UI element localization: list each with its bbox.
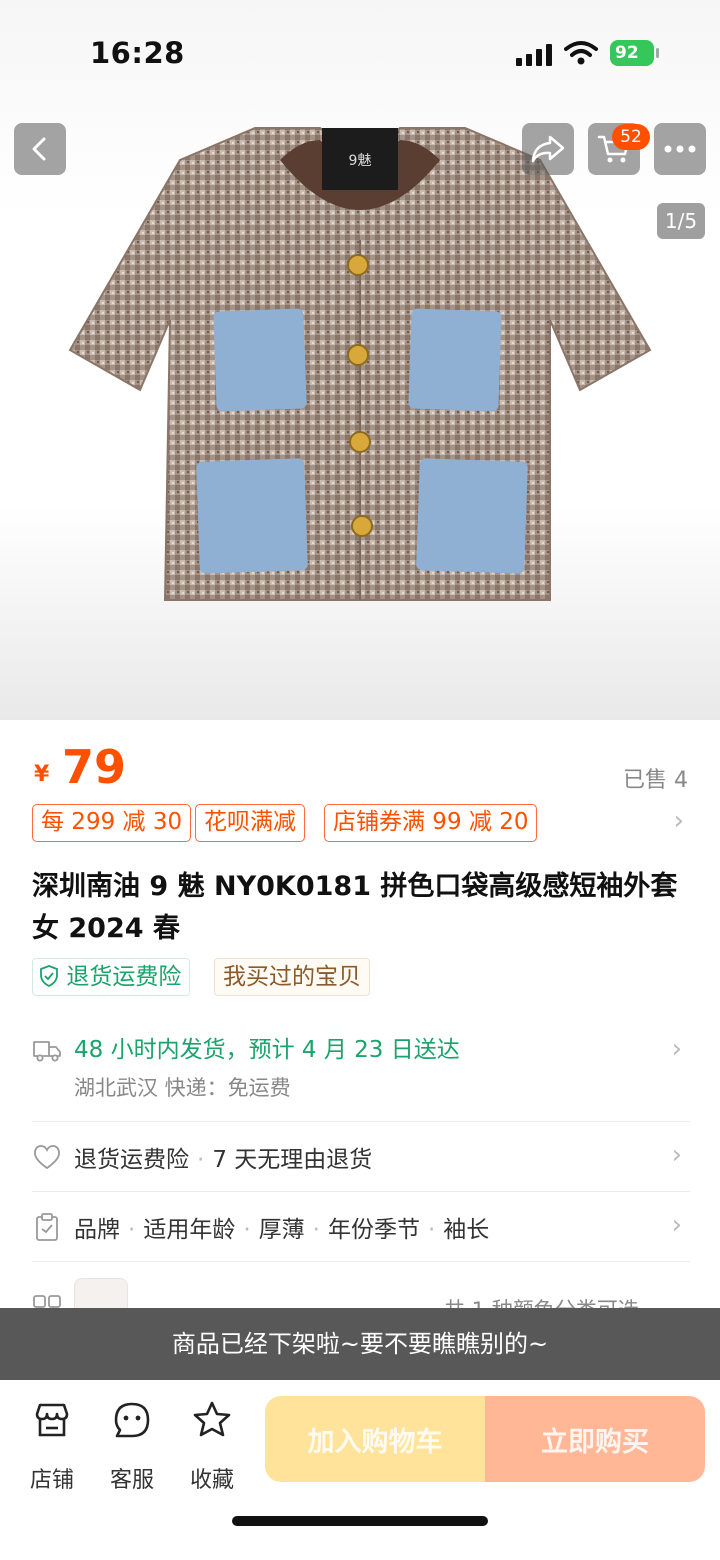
param-item: 年份季节: [327, 1217, 420, 1243]
service-detail: 7 天无理由退货: [212, 1147, 373, 1173]
promo-tag: 每 299 减 30: [32, 804, 192, 842]
image-counter: 1/5: [657, 203, 705, 239]
favorite-tab[interactable]: 收藏: [177, 1400, 247, 1493]
chevron-left-icon: [32, 137, 46, 161]
truck-icon: [33, 1041, 61, 1062]
grid-icon: [33, 1295, 61, 1308]
chevron-right-icon: ›: [673, 806, 684, 836]
insurance-tag-label: 退货运费险: [66, 964, 182, 990]
status-time: 16:28: [90, 36, 185, 70]
shield-check-icon: [40, 965, 58, 988]
separator-dot: ·: [128, 1217, 136, 1243]
signal-icon: [516, 44, 552, 66]
home-indicator[interactable]: [232, 1516, 488, 1526]
delisted-toast: 商品已经下架啦~要不要瞧瞧别的~: [0, 1308, 720, 1380]
share-button[interactable]: [522, 123, 574, 175]
share-icon: [531, 135, 565, 163]
divider: [32, 1261, 690, 1262]
buy-now-button[interactable]: 立即购买: [485, 1396, 705, 1482]
store-icon: [35, 1403, 69, 1437]
store-label: 店铺: [29, 1468, 74, 1493]
favorite-label: 收藏: [189, 1468, 234, 1493]
store-tab[interactable]: 店铺: [17, 1400, 87, 1493]
back-button[interactable]: [14, 123, 66, 175]
tags-row: 退货运费险 我买过的宝贝: [32, 958, 692, 996]
heart-icon: [34, 1145, 60, 1170]
customer-service-label: 客服: [109, 1468, 154, 1493]
params-text: 品牌 · 适用年龄 · 厚薄 · 年份季节 · 袖长: [74, 1210, 489, 1244]
promo-row[interactable]: 每 299 减 30 花呗满减 店铺券满 99 减 20 ›: [32, 804, 692, 842]
insurance-tag[interactable]: 退货运费险: [32, 958, 191, 996]
battery-level: 92: [610, 40, 654, 66]
bought-before-tag[interactable]: 我买过的宝贝: [214, 958, 370, 996]
promo-tag: 店铺券满 99 减 20: [324, 804, 538, 842]
price: 79: [62, 740, 127, 794]
chevron-right-icon: ›: [671, 1210, 682, 1240]
service-text: 退货运费险 · 7 天无理由退货: [74, 1140, 372, 1174]
color-options-row[interactable]: 共 1 种颜色分类可选: [32, 1276, 692, 1308]
battery-indicator: 92: [610, 40, 660, 66]
shipping-row[interactable]: 48 小时内发货，预计 4 月 23 日送达 湖北武汉 快递：免运费 ›: [32, 1030, 692, 1100]
param-item: 袖长: [443, 1217, 490, 1243]
color-thumbnail[interactable]: [74, 1278, 128, 1308]
wifi-icon: [564, 41, 598, 65]
brand-label-text: 9魅: [349, 153, 372, 169]
param-item: 适用年龄: [143, 1217, 236, 1243]
add-to-cart-button[interactable]: 加入购物车: [265, 1396, 485, 1482]
currency-symbol: ¥: [34, 762, 50, 787]
promo-tag: 花呗满减: [195, 804, 305, 842]
star-icon: [193, 1401, 231, 1437]
shipping-estimate: 48 小时内发货，预计 4 月 23 日送达: [74, 1037, 460, 1063]
separator-dot: ·: [243, 1217, 251, 1243]
param-item: 品牌: [74, 1217, 120, 1243]
chevron-right-icon: ›: [671, 1034, 682, 1064]
price-row: ¥ 79 已售 4: [32, 740, 692, 796]
status-bar: 16:28 92: [0, 0, 720, 100]
more-dots-icon: [664, 145, 696, 153]
separator-dot: ·: [312, 1217, 320, 1243]
customer-service-tab[interactable]: 客服: [97, 1400, 167, 1493]
divider: [32, 1191, 690, 1192]
product-gallery[interactable]: 9魅 16:28 92 52 1/5: [0, 0, 720, 720]
separator-dot: ·: [197, 1147, 205, 1173]
battery-tip: [656, 48, 659, 58]
service-label: 退货运费险: [74, 1147, 189, 1173]
sold-count: 已售 4: [623, 768, 688, 793]
chevron-right-icon: ›: [671, 1140, 682, 1170]
service-row[interactable]: 退货运费险 · 7 天无理由退货 ›: [32, 1140, 692, 1176]
more-button[interactable]: [654, 123, 706, 175]
separator-dot: ·: [427, 1217, 436, 1243]
clipboard-icon: [36, 1213, 58, 1241]
chat-face-icon: [114, 1402, 150, 1438]
bottom-action-bar: 店铺 客服 收藏 加入购物车 立即购买: [0, 1380, 720, 1560]
param-item: 厚薄: [258, 1217, 305, 1243]
color-options-text: 共 1 种颜色分类可选: [444, 1294, 639, 1308]
product-title: 深圳南油 9 魅 NY0K0181 拼色口袋高级感短袖外套女 2024 春: [32, 871, 678, 944]
cart-count-badge: 52: [612, 124, 650, 150]
shipping-origin: 湖北武汉 快递：免运费: [74, 1076, 291, 1100]
divider: [32, 1121, 690, 1122]
params-row[interactable]: 品牌 · 适用年龄 · 厚薄 · 年份季节 · 袖长 ›: [32, 1210, 692, 1246]
product-image[interactable]: 9魅: [60, 120, 660, 620]
